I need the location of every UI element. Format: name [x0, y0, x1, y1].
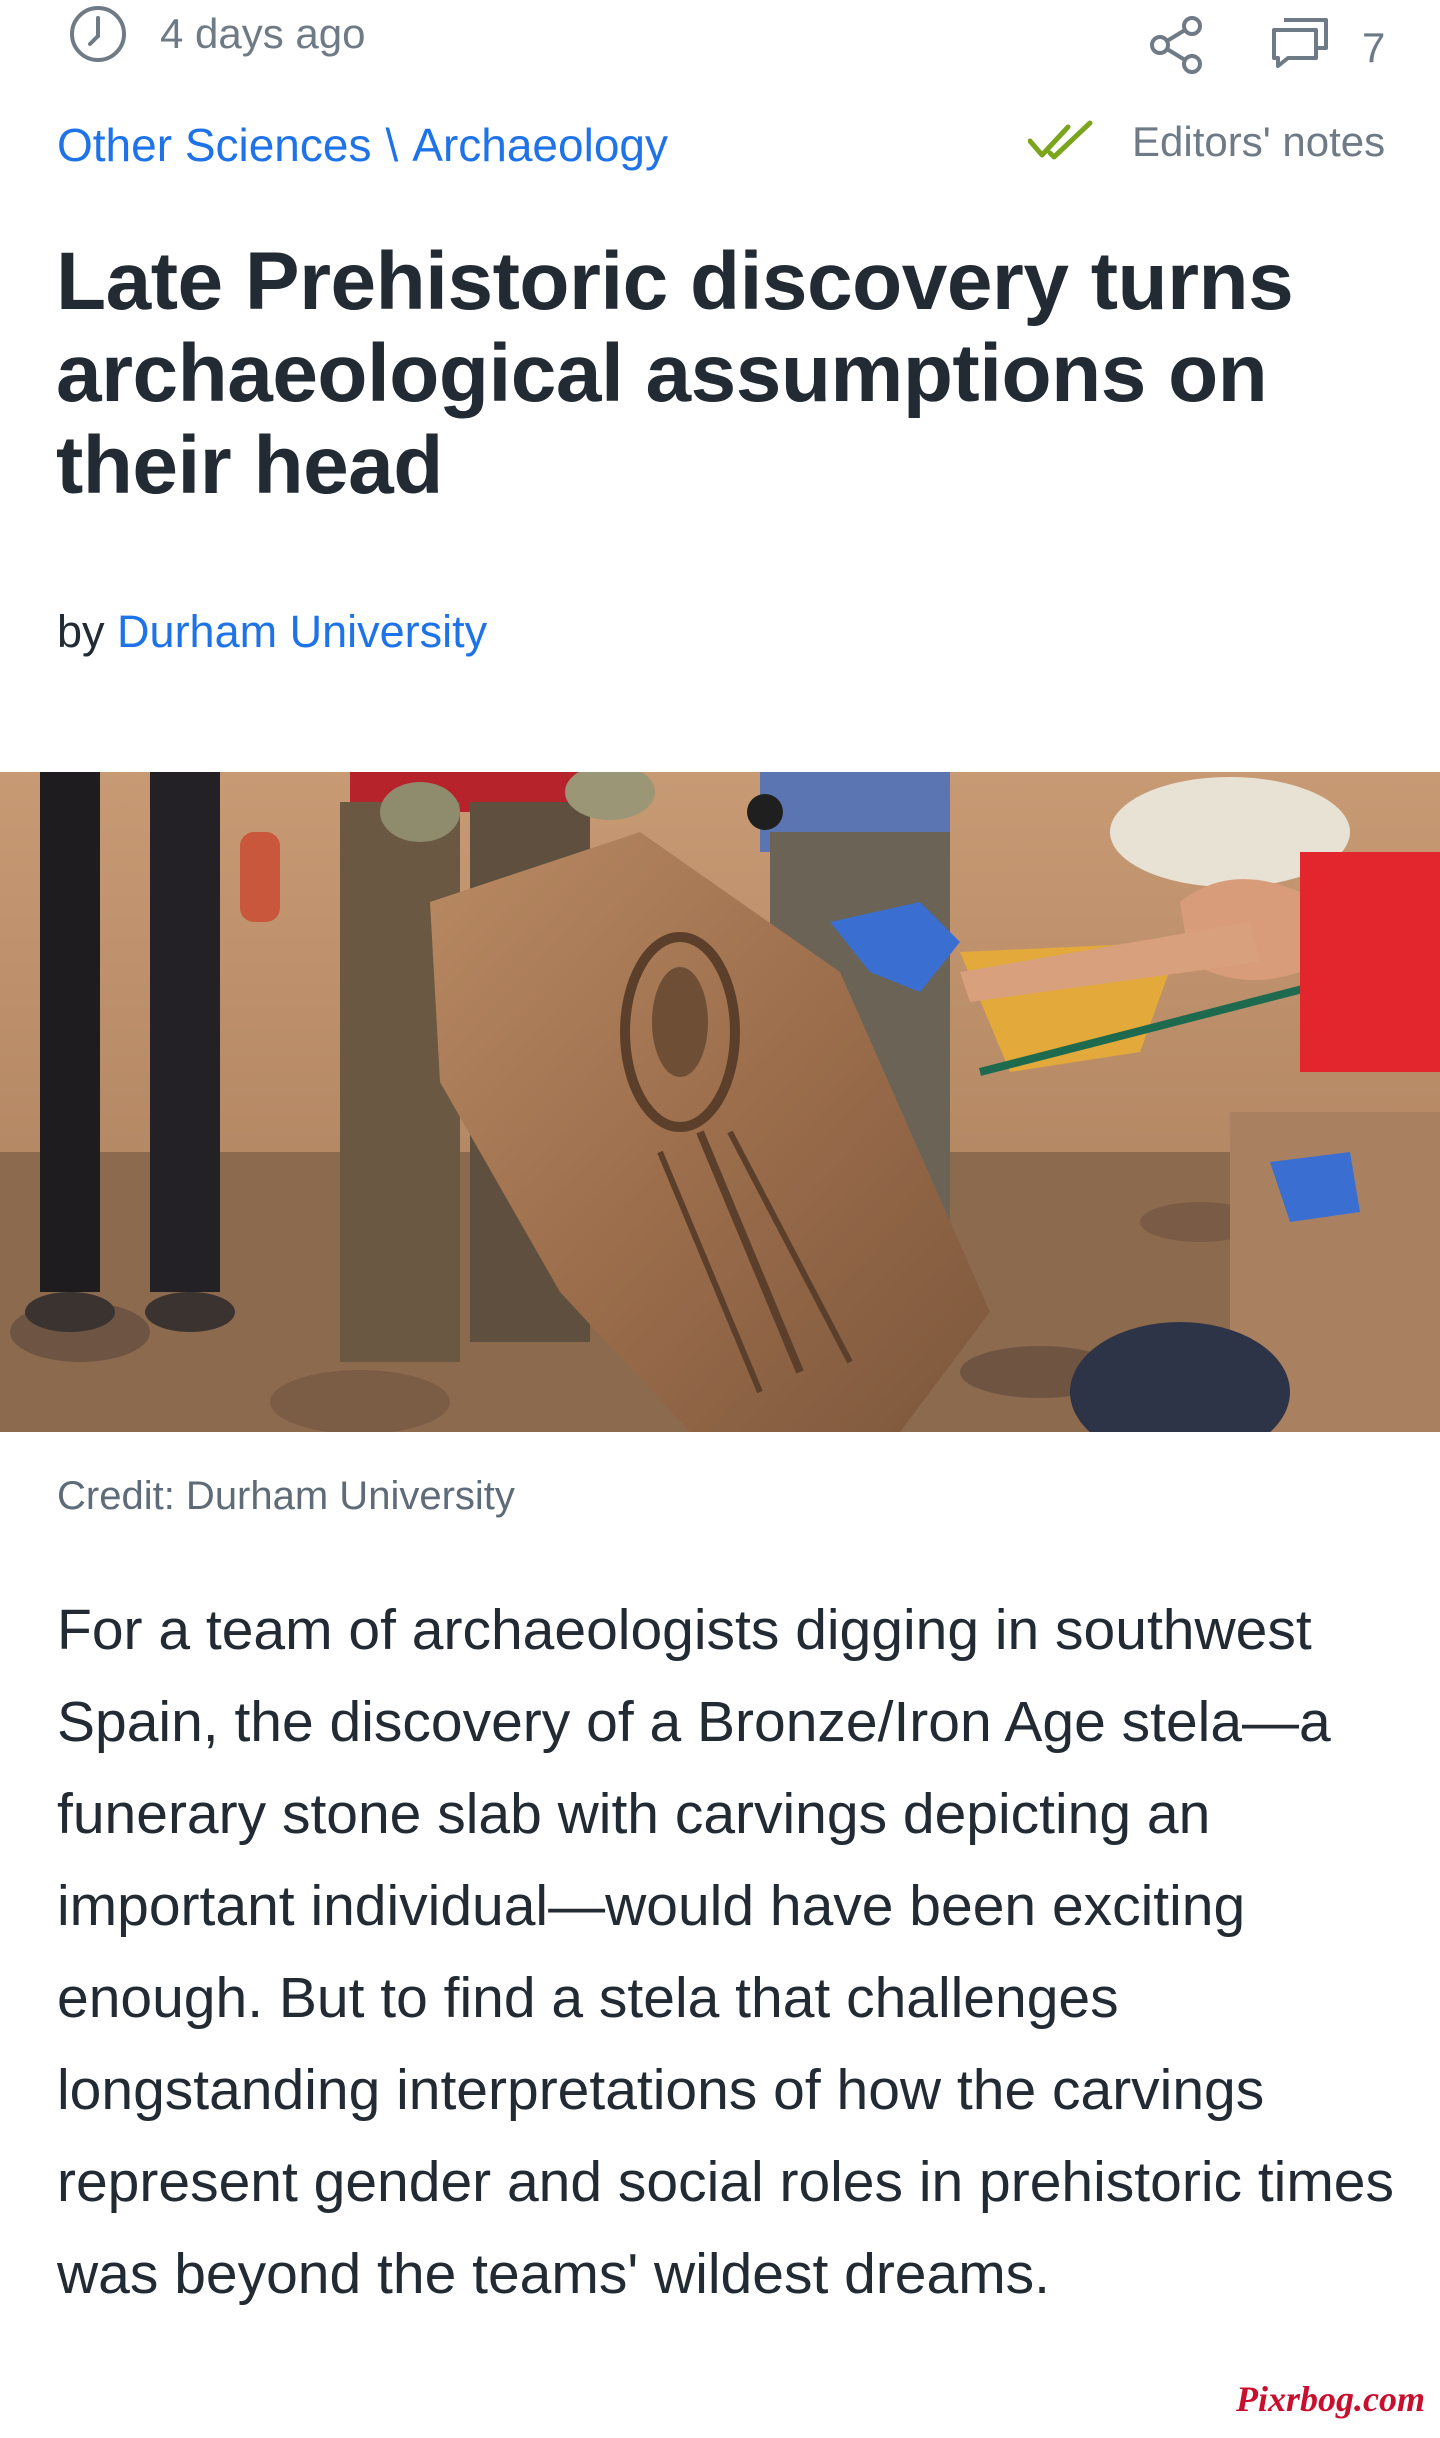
breadcrumb-category-link[interactable]: Other Sciences: [57, 118, 371, 172]
double-check-icon: [1028, 120, 1093, 160]
comments-count[interactable]: 7: [1362, 24, 1385, 72]
editors-notes-link[interactable]: Editors' notes: [1028, 118, 1385, 166]
breadcrumb-separator: \: [385, 119, 399, 171]
byline: by Durham University: [57, 606, 487, 658]
editors-notes-label: Editors' notes: [1132, 118, 1386, 165]
time-ago: 4 days ago: [68, 4, 366, 64]
breadcrumb: Other Sciences \ Archaeology: [57, 118, 668, 172]
share-icon[interactable]: [1148, 14, 1206, 76]
breadcrumb-subcategory-link[interactable]: Archaeology: [412, 118, 668, 172]
author-link[interactable]: Durham University: [117, 606, 487, 657]
comments-icon[interactable]: [1270, 14, 1332, 70]
byline-prefix: by: [57, 606, 105, 657]
clock-icon: [70, 6, 126, 62]
article-photo[interactable]: [0, 772, 1440, 1432]
time-ago-text: 4 days ago: [160, 10, 366, 57]
article-meta-bar: 4 days ago 7: [0, 0, 1440, 80]
image-credit: Credit: Durham University: [57, 1474, 515, 1518]
watermark: Pixrbog.com: [1236, 2379, 1425, 2419]
article-lead-paragraph: For a team of archaeologists digging in …: [57, 1598, 1394, 2306]
article-title: Late Prehistoric discovery turns archaeo…: [56, 236, 1294, 511]
